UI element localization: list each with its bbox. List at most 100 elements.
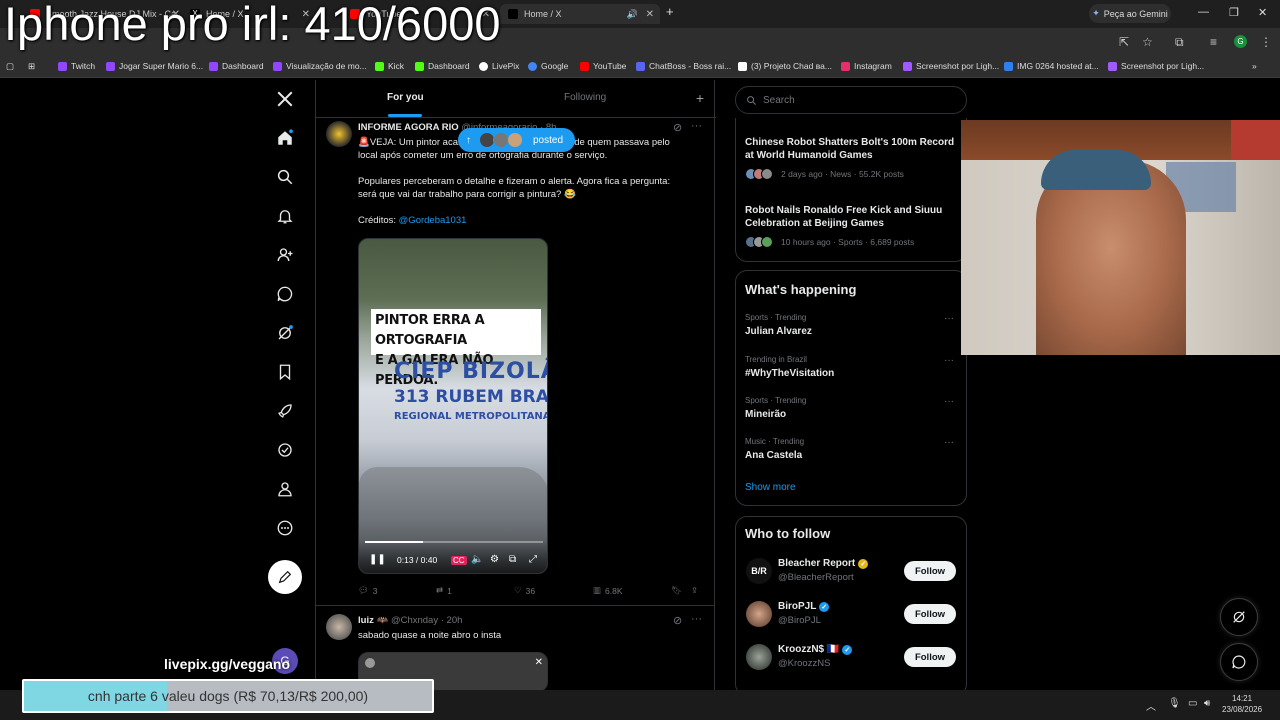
messages-floating-button[interactable]: [1220, 643, 1258, 681]
picture-in-picture-icon[interactable]: ⧉: [509, 554, 516, 565]
more-options-icon[interactable]: [275, 518, 295, 538]
trend-more-icon[interactable]: ···: [944, 313, 954, 324]
follow-button[interactable]: Follow: [904, 561, 956, 581]
bookmark-button[interactable]: 🔖︎: [671, 585, 682, 596]
tweet-video[interactable]: PINTOR ERRA A ORTOGRAFIA E A GALERA NÃO …: [358, 238, 548, 574]
minimize-icon[interactable]: —: [1198, 6, 1209, 18]
grok-icon[interactable]: [275, 323, 295, 343]
grok-icon[interactable]: ⊘: [673, 121, 682, 134]
settings-gear-icon[interactable]: ⚙: [490, 554, 499, 565]
maximize-icon[interactable]: ❐: [1229, 6, 1239, 19]
x-logo-icon[interactable]: [275, 89, 295, 109]
follow-button[interactable]: Follow: [904, 647, 956, 667]
grok-icon[interactable]: ⊘: [673, 614, 682, 627]
rocket-icon[interactable]: [275, 401, 295, 421]
browser-tab-active[interactable]: Home / X 🔊 ✕: [500, 4, 660, 24]
bookmark-item[interactable]: Jogar Super Mario 6...: [106, 61, 203, 71]
trend-more-icon[interactable]: ···: [944, 355, 954, 366]
share-button[interactable]: ⇪: [691, 585, 698, 596]
follow-people-icon[interactable]: [275, 245, 295, 265]
reply-button[interactable]: 💬︎ 3: [358, 585, 378, 596]
avatar[interactable]: [746, 601, 772, 627]
bookmark-item[interactable]: Screenshot por Ligh...: [1108, 61, 1204, 71]
bookmark-item[interactable]: (3) Projeto Chad ва...: [738, 61, 832, 71]
follow-button[interactable]: Follow: [904, 604, 956, 624]
extensions-icon[interactable]: ⧉: [1175, 35, 1184, 50]
gemini-button[interactable]: ✦ Peça ao Gemini: [1089, 4, 1171, 23]
news-headline[interactable]: Chinese Robot Shatters Bolt's 100m Recor…: [745, 136, 959, 162]
taskbar-clock[interactable]: 14:21 23/08/2026: [1222, 693, 1262, 715]
trend-name[interactable]: #WhyTheVisitation: [745, 368, 834, 379]
grok-floating-button[interactable]: [1220, 598, 1258, 636]
close-icon[interactable]: ✕: [535, 657, 543, 668]
show-more-link[interactable]: Show more: [745, 482, 796, 493]
home-icon[interactable]: [275, 128, 295, 148]
add-tab-icon[interactable]: +: [696, 90, 704, 106]
tweet-author-avatar[interactable]: [326, 121, 352, 147]
search-input[interactable]: Search: [735, 86, 967, 114]
views-button[interactable]: ▥ 6.8K: [593, 585, 623, 596]
repost-button[interactable]: ⇄ 1: [436, 585, 452, 596]
profile-avatar[interactable]: G: [1234, 35, 1247, 48]
new-posts-pill[interactable]: ↑ posted: [458, 128, 575, 152]
tab-for-you[interactable]: For you: [387, 92, 424, 103]
verified-icon[interactable]: [275, 440, 295, 460]
bookmark-item[interactable]: ChatBoss - Boss rai...: [636, 61, 731, 71]
bookmark-item[interactable]: Instagram: [841, 61, 892, 71]
volume-icon[interactable]: 🔈: [471, 554, 483, 565]
media-control-icon[interactable]: ≡: [1210, 35, 1217, 49]
bookmark-item[interactable]: Twitch: [58, 61, 95, 71]
tray-chevron-icon[interactable]: ︿: [1146, 698, 1156, 713]
bookmark-item[interactable]: Dashboard: [209, 61, 264, 71]
trend-name[interactable]: Julian Alvarez: [745, 326, 812, 337]
bookmarks-icon[interactable]: [275, 362, 295, 382]
suggested-user-name[interactable]: KroozzN$ 🇫🇷 ✓: [778, 644, 853, 655]
bookmark-item[interactable]: Visualização de mo...: [273, 61, 367, 71]
tab-following[interactable]: Following: [564, 92, 606, 103]
new-tab-button[interactable]: +: [666, 4, 674, 19]
suggested-user-name[interactable]: Bleacher Report ✓: [778, 558, 869, 569]
trend-name[interactable]: Ana Castela: [745, 450, 802, 461]
menu-kebab-icon[interactable]: ⋮: [1260, 35, 1272, 49]
messages-icon[interactable]: [275, 284, 295, 304]
close-tab-icon[interactable]: ✕: [646, 9, 654, 20]
bookmark-item[interactable]: YouTube: [580, 61, 626, 71]
search-icon[interactable]: [275, 167, 295, 187]
more-bookmarks-icon[interactable]: »: [1252, 61, 1257, 71]
reading-list-icon[interactable]: ▢: [6, 61, 14, 72]
avatar[interactable]: B/R: [746, 558, 772, 584]
captions-icon[interactable]: CC: [451, 556, 467, 565]
notifications-bell-icon[interactable]: [275, 206, 295, 226]
tweet-author[interactable]: luiz 🦇 @Chxnday · 20h: [358, 615, 462, 626]
microphone-icon[interactable]: 🎙︎: [1168, 698, 1181, 709]
trend-more-icon[interactable]: ···: [944, 437, 954, 448]
bookmark-item[interactable]: Dashboard: [415, 61, 470, 71]
bookmark-star-icon[interactable]: ☆: [1142, 35, 1153, 49]
avatar[interactable]: [746, 644, 772, 670]
bookmark-item[interactable]: Google: [528, 61, 568, 71]
suggested-user-name[interactable]: BiroPJL ✓: [778, 601, 830, 612]
install-app-icon[interactable]: ⇱: [1119, 35, 1129, 49]
apps-grid-icon[interactable]: ⊞: [28, 61, 35, 72]
bookmark-item[interactable]: IMG 0264 hosted at...: [1004, 61, 1099, 71]
news-headline[interactable]: Robot Nails Ronaldo Free Kick and Siuuu …: [745, 204, 959, 230]
tweet-more-icon[interactable]: ···: [691, 120, 702, 132]
trend-name[interactable]: Mineirão: [745, 409, 786, 420]
tweet-author-avatar[interactable]: [326, 614, 352, 640]
speaker-icon[interactable]: 🔊︎: [1204, 698, 1210, 709]
like-button[interactable]: ♡ 36: [514, 585, 535, 596]
bookmark-item[interactable]: Kick: [375, 61, 404, 71]
trend-more-icon[interactable]: ···: [944, 396, 954, 407]
video-progress-bar[interactable]: [365, 541, 543, 543]
profile-icon[interactable]: [275, 479, 295, 499]
fullscreen-icon[interactable]: ⤢: [529, 554, 537, 565]
audio-icon[interactable]: 🔊: [627, 9, 638, 20]
credits-handle-link[interactable]: @Gordeba1031: [399, 215, 467, 226]
network-icon[interactable]: ▭: [1188, 698, 1197, 709]
pause-icon[interactable]: ❚❚: [369, 554, 386, 565]
bookmark-item[interactable]: Screenshot por Ligh...: [903, 61, 999, 71]
bookmark-item[interactable]: LivePix: [479, 61, 519, 71]
tweet-more-icon[interactable]: ···: [691, 613, 702, 625]
close-window-icon[interactable]: ✕: [1258, 6, 1267, 19]
compose-post-button[interactable]: [268, 560, 302, 594]
